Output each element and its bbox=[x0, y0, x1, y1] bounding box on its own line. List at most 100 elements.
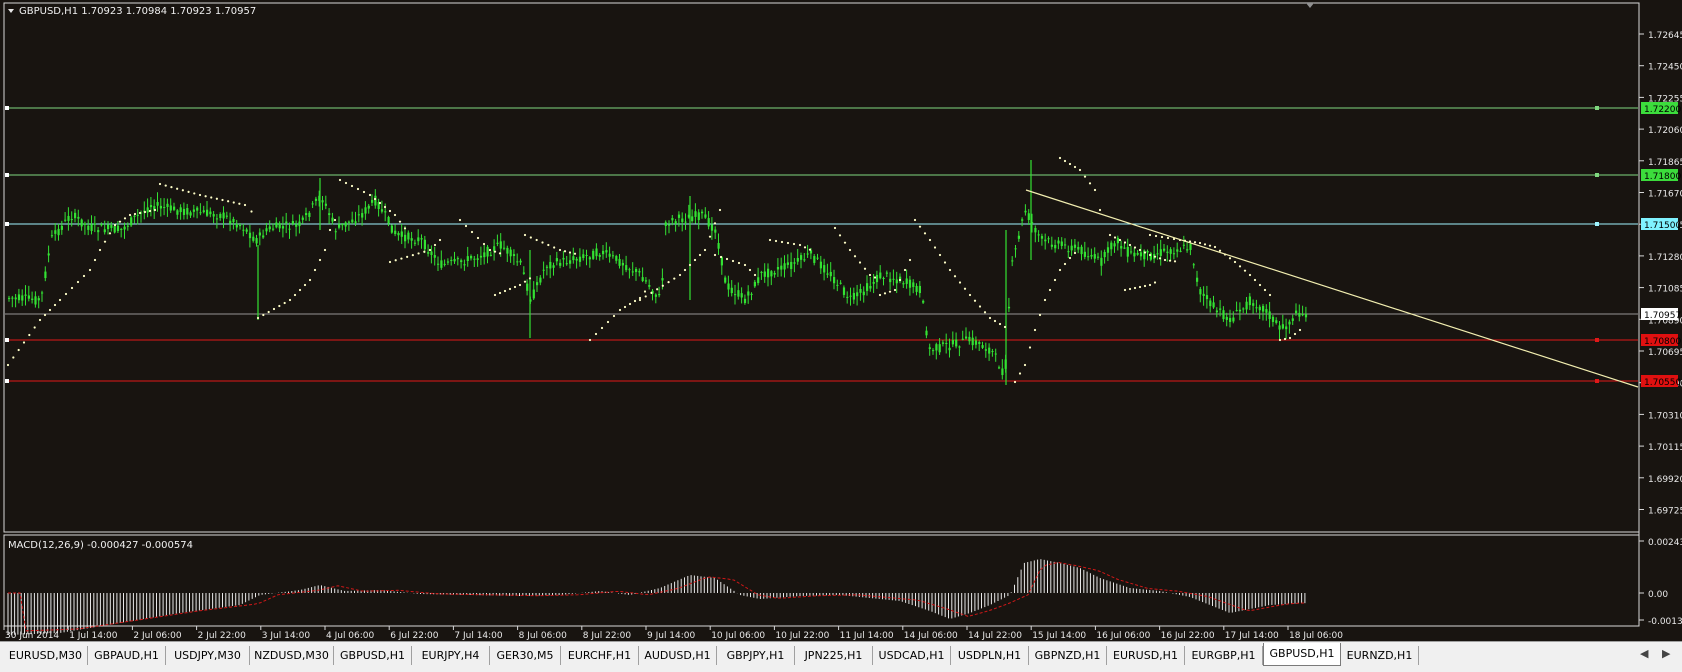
sar-dot bbox=[388, 260, 392, 264]
hline-handle[interactable] bbox=[1595, 106, 1599, 110]
tab-eurchf-h1[interactable]: EURCHF,H1 bbox=[561, 646, 639, 665]
candle-body bbox=[753, 281, 756, 287]
tab-usdcad-h1[interactable]: USDCAD,H1 bbox=[873, 646, 951, 665]
sar-dot bbox=[58, 298, 62, 302]
sar-dot bbox=[198, 193, 202, 197]
hline-handle[interactable] bbox=[1595, 338, 1599, 342]
tab-eurusd-h1[interactable]: EURUSD,H1 bbox=[1107, 646, 1185, 665]
hline-handle[interactable] bbox=[5, 338, 9, 342]
sar-dot bbox=[913, 218, 917, 222]
sar-dot bbox=[848, 248, 852, 252]
candle-body bbox=[691, 216, 694, 222]
scroll-left-icon[interactable]: ◀ bbox=[1640, 647, 1648, 660]
tab-ger30-m5[interactable]: GER30,M5 bbox=[490, 646, 561, 665]
tab-gbpaud-h1[interactable]: GBPAUD,H1 bbox=[88, 646, 166, 665]
sar-dot bbox=[210, 196, 213, 199]
candle-body bbox=[786, 262, 789, 265]
candle-body bbox=[951, 339, 954, 345]
sar-dot bbox=[1143, 251, 1147, 254]
tab-gbpjpy-h1[interactable]: GBPJPY,H1 bbox=[717, 646, 795, 665]
tab-eurgbp-h1[interactable]: EURGBP,H1 bbox=[1185, 646, 1263, 665]
candle-body bbox=[724, 277, 727, 283]
candle-body bbox=[1189, 243, 1192, 250]
candle-body bbox=[555, 258, 558, 262]
candle-body bbox=[1080, 246, 1083, 255]
sar-dot bbox=[1228, 257, 1232, 260]
candle-body bbox=[301, 217, 304, 220]
sar-dot bbox=[1143, 284, 1147, 288]
candle-body bbox=[225, 215, 228, 217]
sar-dot bbox=[988, 316, 992, 320]
time-label: 17 Jul 14:00 bbox=[1225, 631, 1279, 641]
chart-area[interactable]: GBPUSD,H1 1.70923 1.70984 1.70923 1.7095… bbox=[0, 0, 1682, 641]
sar-dot bbox=[1160, 235, 1164, 239]
tab-gbpusd-h1[interactable]: GBPUSD,H1 bbox=[1263, 643, 1341, 666]
candle-body bbox=[536, 282, 539, 286]
hline-handle[interactable] bbox=[5, 173, 9, 177]
sar-dot bbox=[1153, 255, 1157, 258]
hline-handle[interactable] bbox=[5, 379, 9, 383]
sar-dot bbox=[792, 242, 796, 246]
tab-eurjpy-h4[interactable]: EURJPY,H4 bbox=[412, 646, 490, 665]
sar-dot bbox=[267, 310, 270, 314]
candle-body bbox=[859, 288, 862, 293]
candle-body bbox=[1229, 317, 1232, 322]
candle-body bbox=[466, 256, 469, 261]
tab-eurusd-m30[interactable]: EURUSD,M30 bbox=[4, 646, 88, 665]
candle-body bbox=[922, 300, 925, 303]
hline-handle[interactable] bbox=[5, 222, 9, 226]
hline-handle[interactable] bbox=[1595, 379, 1599, 383]
candle-body bbox=[635, 268, 638, 272]
sar-dot bbox=[1158, 257, 1162, 260]
sar-dot bbox=[1168, 259, 1172, 262]
candle-body bbox=[97, 230, 100, 233]
trendline[interactable] bbox=[1025, 189, 1639, 388]
shift-marker-icon[interactable] bbox=[1306, 3, 1314, 8]
sar-dot bbox=[1123, 288, 1127, 292]
hline-handle[interactable] bbox=[1595, 222, 1599, 226]
candle-body bbox=[1205, 295, 1209, 300]
tab-audusd-h1[interactable]: AUDUSD,H1 bbox=[639, 646, 717, 665]
sar-dot bbox=[411, 254, 414, 257]
sar-dot bbox=[176, 187, 179, 190]
candle-body bbox=[648, 285, 651, 287]
scroll-right-icon[interactable]: ▶ bbox=[1662, 647, 1670, 660]
sar-dot bbox=[968, 293, 972, 297]
candle-body bbox=[430, 251, 433, 256]
sar-dot bbox=[688, 263, 692, 267]
candle-body bbox=[1050, 244, 1053, 247]
candle-body bbox=[509, 249, 512, 257]
tab-eurnzd-h1[interactable]: EURNZD,H1 bbox=[1341, 646, 1419, 665]
sar-dot bbox=[908, 258, 912, 262]
candle-body bbox=[885, 272, 888, 274]
tab-gbpusd-h1[interactable]: GBPUSD,H1 bbox=[334, 646, 412, 665]
hline-handle[interactable] bbox=[5, 106, 9, 110]
candle-body bbox=[1209, 300, 1212, 307]
symbol-menu-icon[interactable] bbox=[8, 9, 14, 13]
sar-dot bbox=[638, 296, 642, 300]
tab-nzdusd-m30[interactable]: NZDUSD,M30 bbox=[250, 646, 334, 665]
candle-body bbox=[215, 218, 219, 220]
sar-dot bbox=[1068, 162, 1072, 166]
price-chart[interactable]: GBPUSD,H1 1.70923 1.70984 1.70923 1.7095… bbox=[0, 0, 1682, 641]
candle-body bbox=[945, 343, 948, 345]
candle-body bbox=[100, 224, 103, 226]
tab-usdjpy-m30[interactable]: USDJPY,M30 bbox=[166, 646, 250, 665]
sar-dot bbox=[308, 278, 312, 282]
sar-dot bbox=[1058, 156, 1062, 160]
candle-body bbox=[1163, 248, 1166, 251]
candle-body bbox=[248, 232, 252, 239]
time-label: 11 Jul 14:00 bbox=[840, 631, 894, 641]
sar-dot bbox=[878, 293, 882, 297]
tab-usdpln-h1[interactable]: USDPLN,H1 bbox=[951, 646, 1029, 665]
candles bbox=[8, 160, 1308, 385]
sar-dot bbox=[1088, 182, 1092, 185]
candle-body bbox=[390, 225, 393, 233]
tab-gbpnzd-h1[interactable]: GBPNZD,H1 bbox=[1029, 646, 1107, 665]
candle-body bbox=[107, 224, 110, 230]
hline-handle[interactable] bbox=[1595, 173, 1599, 177]
candle-body bbox=[819, 261, 822, 269]
candle-body bbox=[668, 224, 671, 226]
candle-body bbox=[443, 263, 446, 265]
tab-jpn225-h1[interactable]: JPN225,H1 bbox=[795, 646, 873, 665]
